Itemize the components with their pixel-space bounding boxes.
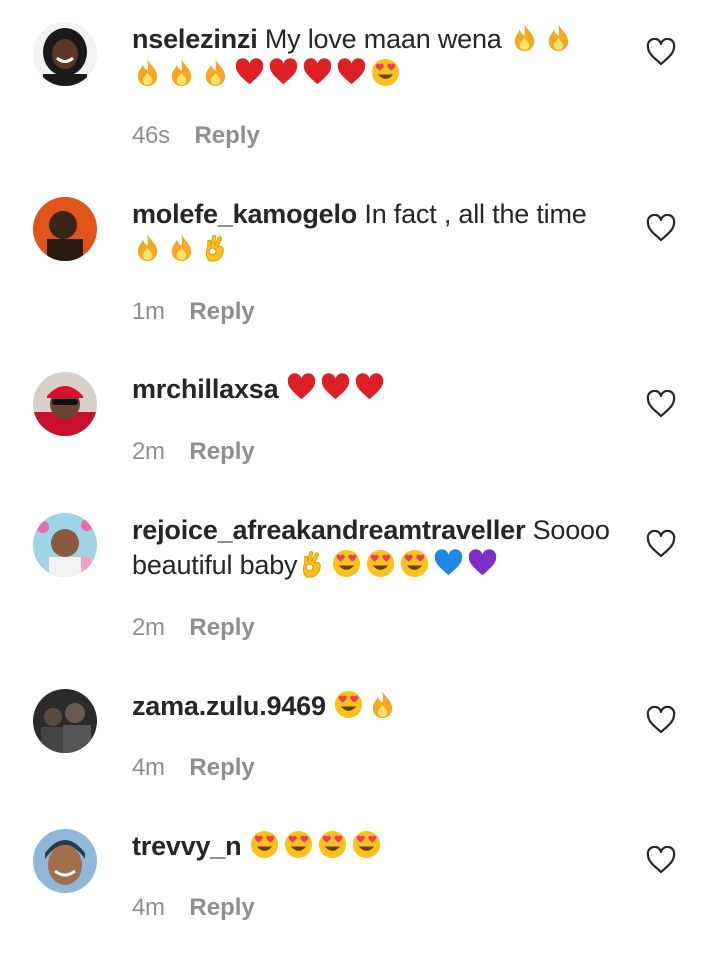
comment-emojis (132, 232, 234, 264)
comment-username[interactable]: zama.zulu.9469 (132, 691, 326, 721)
heart-eyes-icon (333, 689, 364, 720)
comment-meta: 4m Reply (132, 754, 255, 782)
heart-eyes-icon (399, 548, 430, 579)
comment-meta: 1m Reply (132, 298, 255, 326)
reply-button[interactable]: Reply (189, 894, 254, 921)
comment-emojis (297, 548, 501, 580)
fire-icon (166, 57, 197, 88)
comment-username[interactable]: trevvy_n (132, 831, 242, 861)
ok-hand-icon (200, 232, 231, 263)
comment-meta: 2m Reply (132, 614, 255, 642)
avatar[interactable] (33, 829, 97, 893)
comment-time: 46s (132, 122, 170, 149)
comment-meta: 2m Reply (132, 438, 255, 466)
comment-emojis (333, 689, 401, 721)
comment-body: rejoice_afreakandreamtraveller Soooo bea… (132, 513, 622, 583)
heart-eyes-icon (370, 57, 401, 88)
comment-time: 4m (132, 894, 165, 921)
comment-text: In fact , all the time (364, 199, 587, 229)
like-button[interactable] (646, 390, 676, 418)
heart-outline-icon (646, 706, 676, 734)
red-heart-icon (302, 57, 333, 88)
avatar[interactable] (33, 197, 97, 261)
red-heart-icon (320, 372, 351, 403)
comment-emojis (132, 57, 404, 89)
fire-icon (509, 22, 540, 53)
comment-username[interactable]: mrchillaxsa (132, 374, 279, 404)
man-red-cap-sunglasses-avatar-image (33, 372, 97, 436)
comment-time: 2m (132, 438, 165, 465)
comment-meta: 46s Reply (132, 122, 260, 150)
heart-eyes-icon (283, 829, 314, 860)
avatar[interactable] (33, 689, 97, 753)
fire-icon (200, 57, 231, 88)
reply-button[interactable]: Reply (194, 122, 259, 149)
comment-username[interactable]: nselezinzi (132, 24, 258, 54)
comment-time: 4m (132, 754, 165, 781)
comment-text: My love maan wena (264, 24, 502, 54)
red-heart-icon (354, 372, 385, 403)
like-button[interactable] (646, 214, 676, 242)
comment-emojis (249, 829, 385, 861)
avatar[interactable] (33, 513, 97, 577)
comment-body: mrchillaxsa (132, 372, 622, 407)
reply-button[interactable]: Reply (189, 438, 254, 465)
red-heart-icon (336, 57, 367, 88)
comment-text-continued: beautiful baby (132, 550, 298, 580)
reply-button[interactable]: Reply (189, 754, 254, 781)
red-heart-icon (234, 57, 265, 88)
like-button[interactable] (646, 530, 676, 558)
comment-meta: 4m Reply (132, 894, 255, 922)
like-button[interactable] (646, 38, 676, 66)
heart-eyes-icon (249, 829, 280, 860)
comment-time: 1m (132, 298, 165, 325)
comment-body: trevvy_n (132, 829, 622, 864)
comment-body: zama.zulu.9469 (132, 689, 622, 724)
fire-icon (367, 689, 398, 720)
comment-body: nselezinzi My love maan wena (132, 22, 622, 92)
comment-emojis (286, 372, 388, 404)
dark-group-photo-avatar-image (33, 689, 97, 753)
red-heart-icon (268, 57, 299, 88)
comment-username[interactable]: molefe_kamogelo (132, 199, 357, 229)
comment-time: 2m (132, 614, 165, 641)
ok-hand-icon (297, 548, 328, 579)
fire-icon (166, 232, 197, 263)
woman-floral-avatar-image (33, 513, 97, 577)
heart-outline-icon (646, 214, 676, 242)
reply-button[interactable]: Reply (189, 614, 254, 641)
comment-body: molefe_kamogelo In fact , all the time (132, 197, 622, 267)
avatar[interactable] (33, 22, 97, 86)
woman-smiling-avatar-image (33, 22, 97, 86)
heart-outline-icon (646, 530, 676, 558)
like-button[interactable] (646, 706, 676, 734)
like-button[interactable] (646, 846, 676, 874)
reply-button[interactable]: Reply (189, 298, 254, 325)
comment-username[interactable]: rejoice_afreakandreamtraveller (132, 515, 525, 545)
heart-eyes-icon (317, 829, 348, 860)
heart-eyes-icon (365, 548, 396, 579)
heart-eyes-icon (351, 829, 382, 860)
fire-icon (132, 232, 163, 263)
woman-smiling-headwrap-avatar-image (33, 829, 97, 893)
heart-outline-icon (646, 846, 676, 874)
red-heart-icon (286, 372, 317, 403)
heart-outline-icon (646, 390, 676, 418)
purple-heart-icon (467, 548, 498, 579)
heart-outline-icon (646, 38, 676, 66)
blue-heart-icon (433, 548, 464, 579)
comment-text: Soooo (532, 515, 610, 545)
avatar[interactable] (33, 372, 97, 436)
fire-icon (543, 22, 574, 53)
man-orange-background-avatar-image (33, 197, 97, 261)
fire-icon (132, 57, 163, 88)
comment-emojis (509, 22, 577, 54)
heart-eyes-icon (331, 548, 362, 579)
